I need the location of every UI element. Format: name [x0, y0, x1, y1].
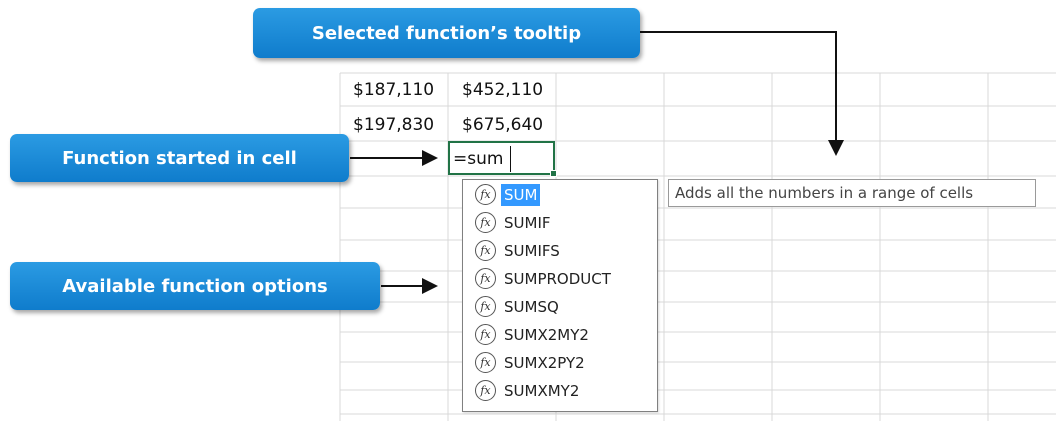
callout-options-label: Available function options: [10, 262, 380, 310]
callout-cell-label: Function started in cell: [10, 134, 349, 182]
annotation-arrows: [350, 31, 844, 294]
tooltip-pointer-arrow: [640, 31, 844, 156]
callout-tooltip-label: Selected function’s tooltip: [253, 8, 640, 58]
